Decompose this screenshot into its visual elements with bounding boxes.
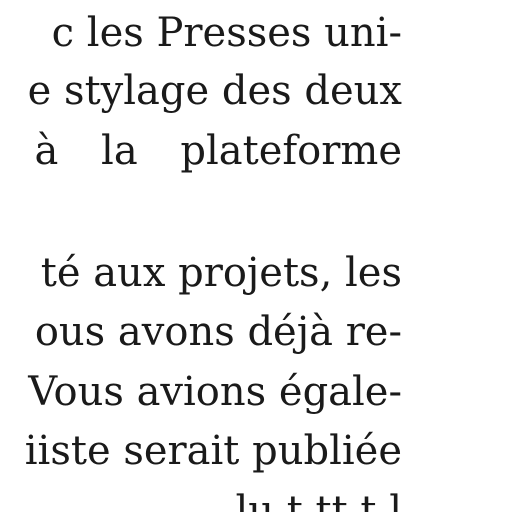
text-line: c les Presses uni- [51, 10, 402, 56]
text-line: Vous avions égale- [28, 369, 402, 415]
text-line: iiste serait publiée [24, 428, 402, 474]
text-line: à la plateforme [34, 128, 402, 174]
document-page: c les Presses uni- e stylage des deux à … [0, 0, 512, 512]
text-line-partial: lu t tt t l [235, 488, 402, 512]
text-line: e stylage des deux [27, 68, 402, 114]
text-line: ous avons déjà re- [34, 309, 402, 355]
text-line: té aux projets, les [40, 250, 402, 296]
